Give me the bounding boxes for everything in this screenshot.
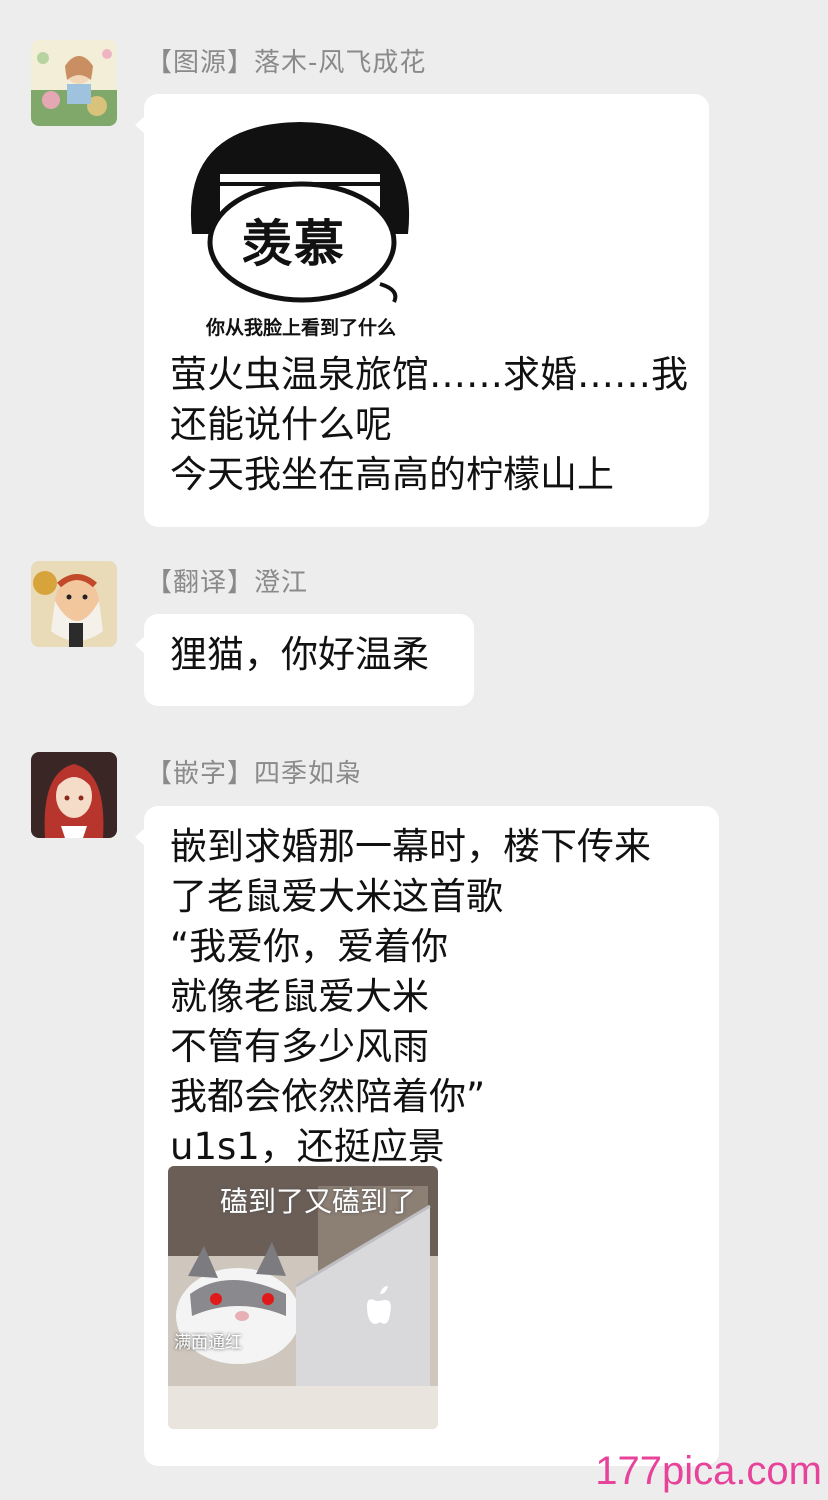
sticker-caption: 满面通红 xyxy=(174,1333,242,1353)
message-line: 今天我坐在高高的柠檬山上 xyxy=(170,453,614,496)
message-bubble[interactable]: 嵌到求婚那一幕时，楼下传来 了老鼠爱大米这首歌 “我爱你，爱着你 就像老鼠爱大米… xyxy=(135,806,719,1466)
message-line: “我爱你，爱着你 xyxy=(170,925,449,968)
avatar[interactable] xyxy=(31,561,117,647)
message-text: 嵌到求婚那一幕时，楼下传来 了老鼠爱大米这首歌 “我爱你，爱着你 就像老鼠爱大米… xyxy=(170,822,651,1172)
message-line: 还能说什么呢 xyxy=(170,403,392,446)
message-line: 萤火虫温泉旅馆……求婚……我 xyxy=(170,353,688,396)
message-line: u1s1，还挺应景 xyxy=(170,1125,445,1168)
avatar[interactable] xyxy=(31,752,117,838)
message-line: 我都会依然陪着你” xyxy=(170,1075,486,1118)
message-line: 了老鼠爱大米这首歌 xyxy=(170,875,503,918)
site-watermark: 177pica.com xyxy=(595,1449,822,1493)
message-bubble[interactable]: 狸猫，你好温柔 xyxy=(135,614,474,706)
message-line: 狸猫，你好温柔 xyxy=(170,633,429,676)
avatar-anime-garden-image xyxy=(31,40,117,126)
message-line: 就像老鼠爱大米 xyxy=(170,975,429,1018)
sticker-caption: 你从我脸上看到了什么 xyxy=(206,317,397,339)
avatar[interactable] xyxy=(31,40,117,126)
message-bubble[interactable]: 羡慕 你从我脸上看到了什么 萤火虫温泉旅馆……求婚……我 还能说什么呢 今天我坐… xyxy=(135,94,709,527)
sticker-title: 磕到了又磕到了 xyxy=(220,1185,417,1218)
message-text: 狸猫，你好温柔 xyxy=(170,630,429,680)
sticker-title: 羡慕 xyxy=(242,215,346,273)
envy-sticker: 羡慕 你从我脸上看到了什么 xyxy=(180,114,420,346)
sender-name: 【嵌字】四季如枭 xyxy=(146,759,363,789)
message-line: 不管有多少风雨 xyxy=(170,1025,429,1068)
avatar-red-haired-girl-image xyxy=(31,752,117,838)
message-line: 嵌到求婚那一幕时，楼下传来 xyxy=(170,825,651,868)
avatar-cartoon-old-man-image xyxy=(31,561,117,647)
sender-name: 【图源】落木-风飞成花 xyxy=(146,48,427,78)
sender-name: 【翻译】澄江 xyxy=(146,568,309,598)
message-text: 萤火虫温泉旅馆……求婚……我 还能说什么呢 今天我坐在高高的柠檬山上 xyxy=(170,350,688,500)
cat-laptop-sticker[interactable]: 磕到了又磕到了 满面通红 xyxy=(168,1166,438,1429)
